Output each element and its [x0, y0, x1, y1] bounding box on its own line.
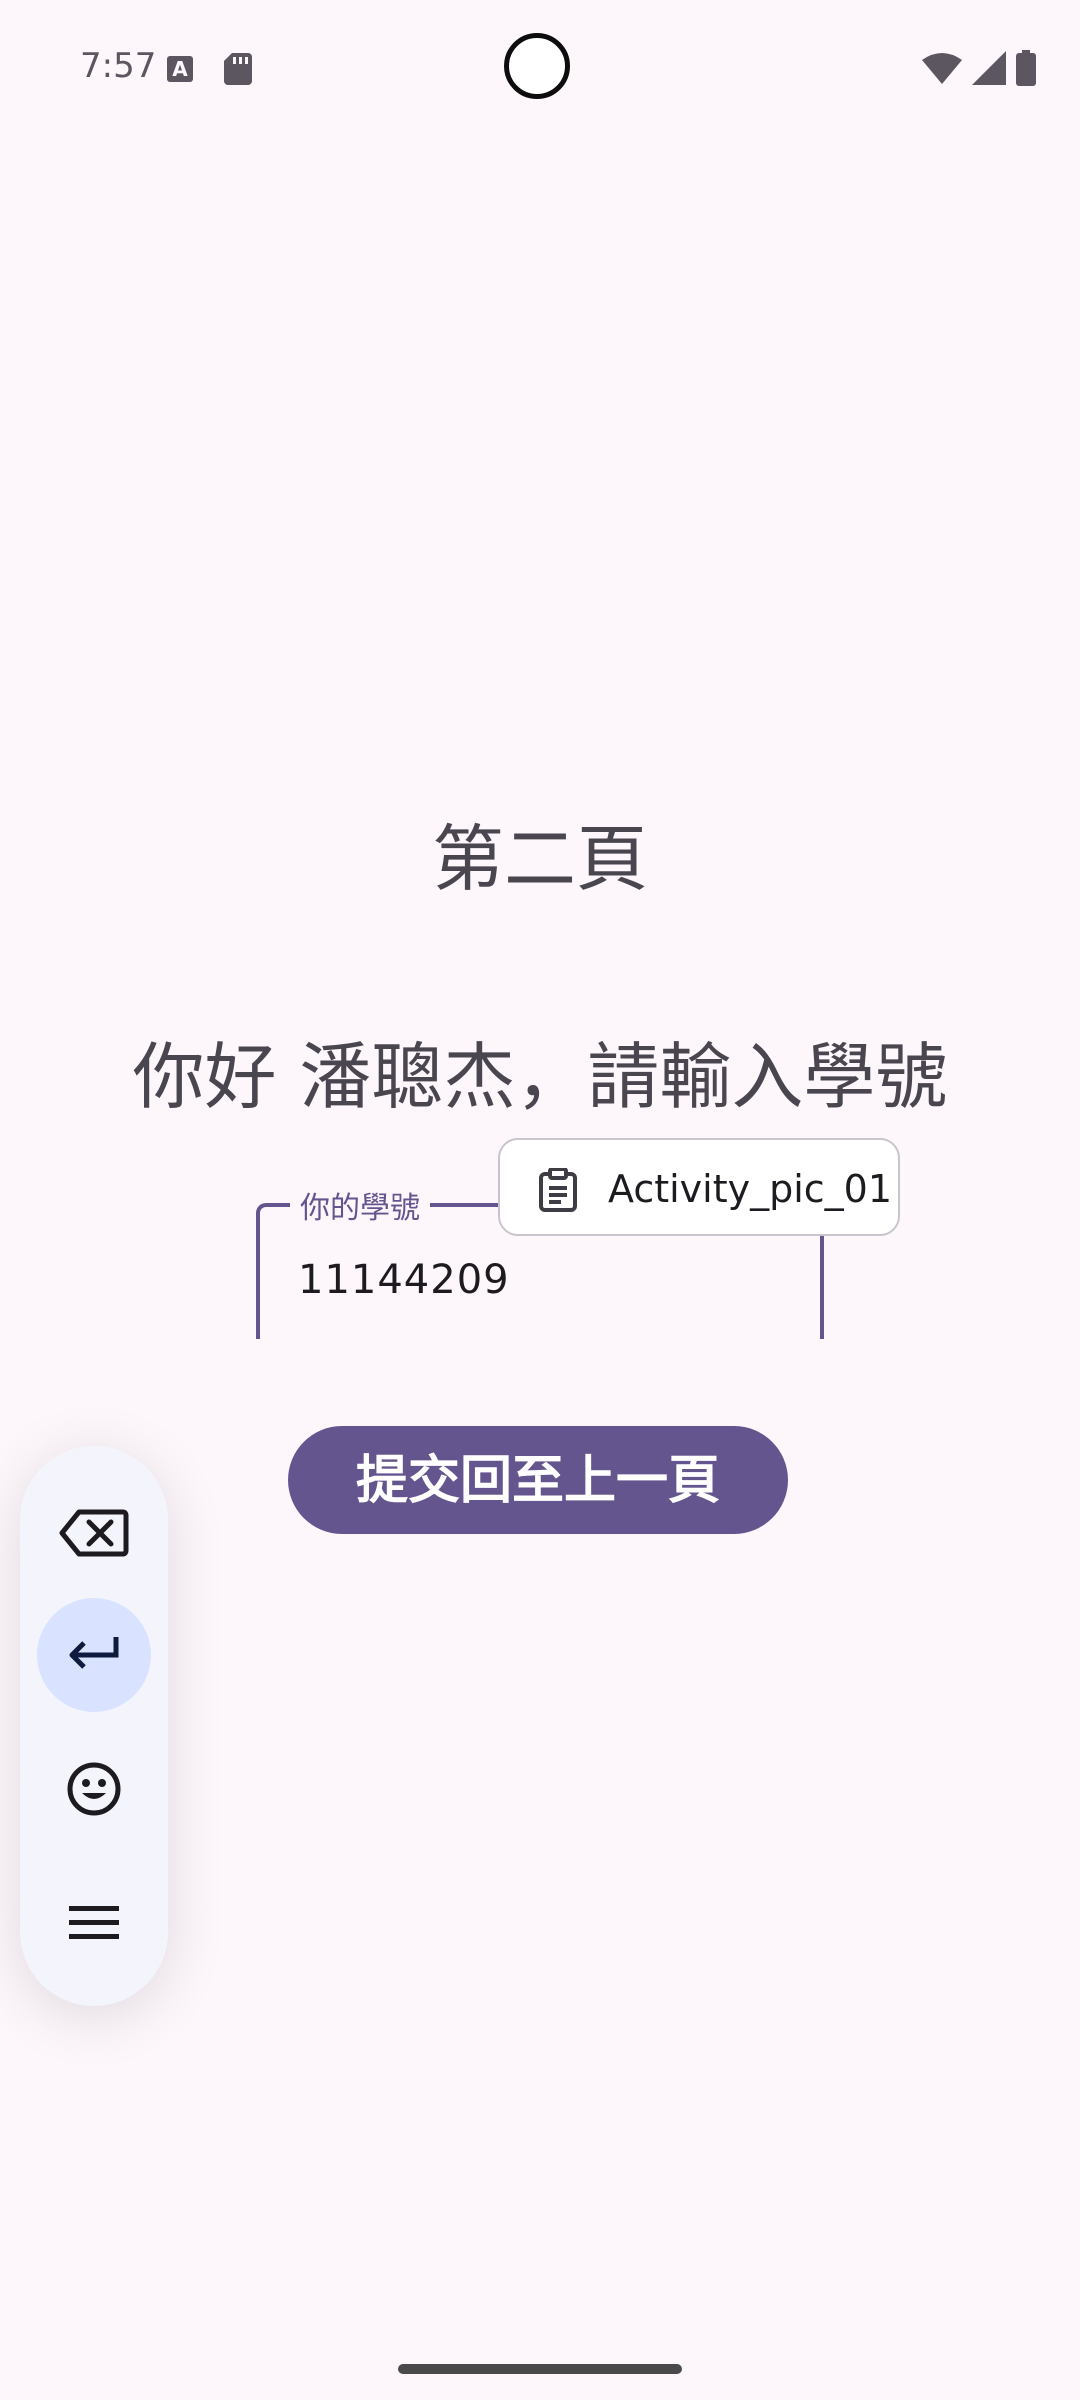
clipboard-suggestion-chip[interactable]: Activity_pic_01: [498, 1138, 900, 1236]
submit-back-button[interactable]: 提交回至上一頁: [288, 1426, 788, 1534]
menu-icon: [69, 1904, 119, 1946]
screen: 7:57 A 第二頁 你好 潘聰杰，請輸入學號 你的學號 11144209 Ac…: [0, 0, 1080, 2400]
status-time: 7:57: [80, 46, 157, 86]
signal-icon: [972, 51, 1006, 89]
wifi-icon: [922, 52, 962, 88]
menu-button[interactable]: [37, 1868, 151, 1982]
page-title: 第二頁: [431, 817, 648, 901]
sd-card-icon: [224, 53, 252, 89]
greeting-text: 你好 潘聰杰，請輸入學號: [132, 1035, 948, 1119]
status-right-icons: [922, 50, 1036, 90]
clipboard-suggestion-text: Activity_pic_01: [608, 1167, 893, 1211]
backspace-button[interactable]: [37, 1478, 151, 1592]
student-id-label: 你的學號: [290, 1183, 430, 1227]
battery-icon: [1016, 50, 1036, 90]
backspace-icon: [59, 1508, 129, 1562]
emoji-button[interactable]: [37, 1734, 151, 1848]
clipboard-icon: [538, 1167, 578, 1216]
enter-icon: [66, 1633, 122, 1677]
navigation-handle[interactable]: [398, 2364, 682, 2374]
notification-a-icon: A: [167, 56, 193, 82]
floating-keyboard-toolbar: [20, 1446, 168, 2006]
enter-button[interactable]: [37, 1598, 151, 1712]
camera-cutout: [504, 33, 570, 99]
student-id-value[interactable]: 11144209: [298, 1257, 510, 1303]
emoji-icon: [66, 1761, 122, 1821]
